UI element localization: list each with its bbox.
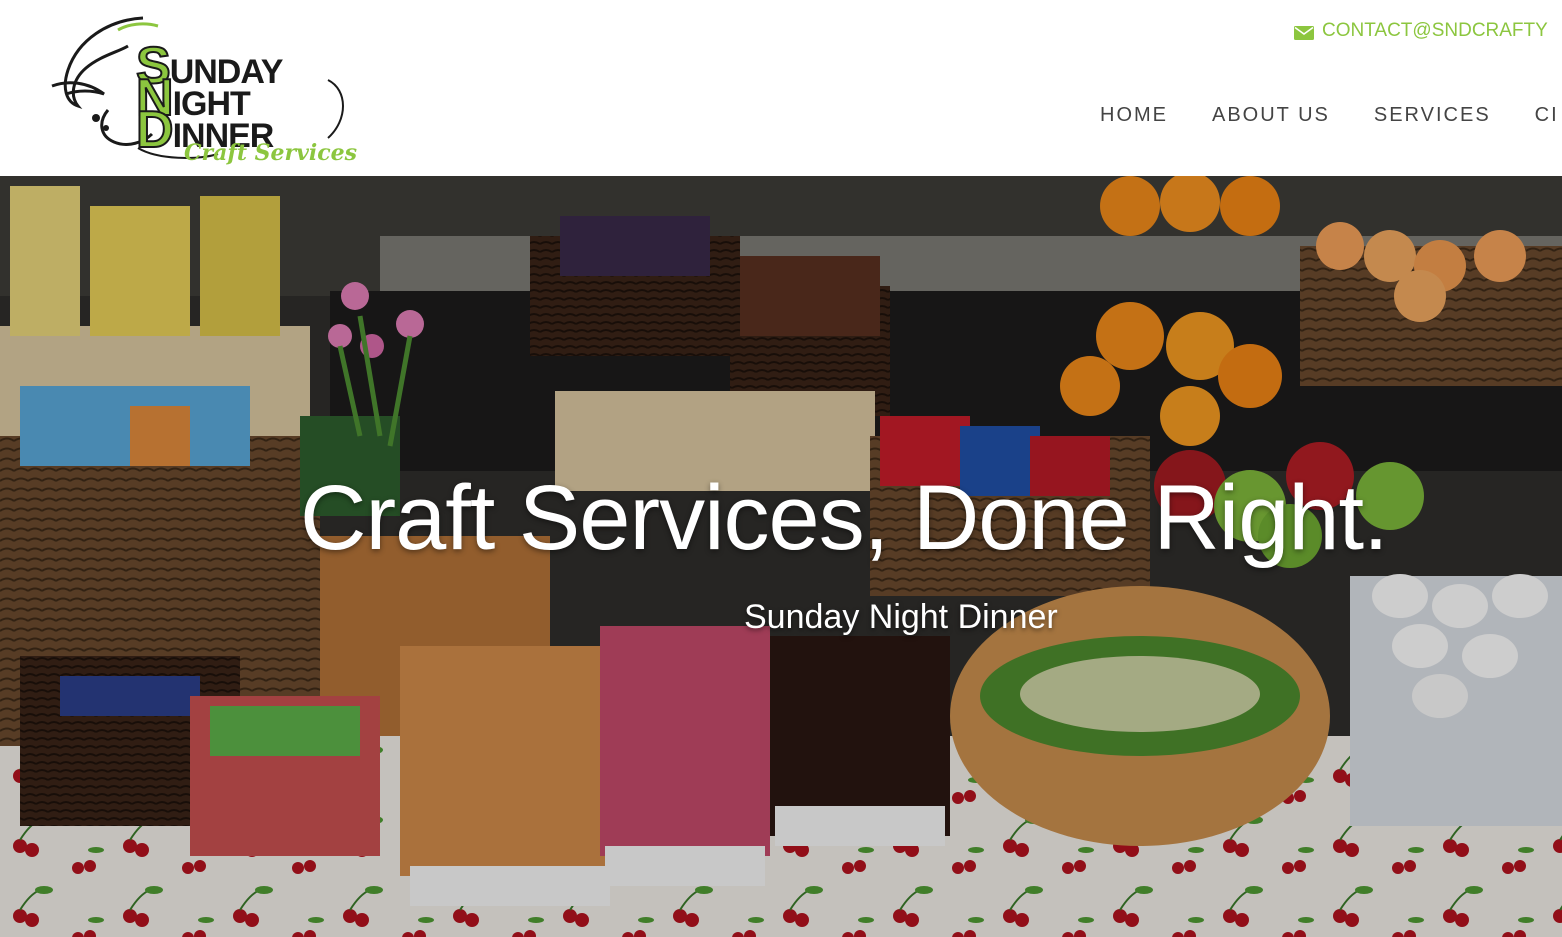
nav-item-about-us[interactable]: ABOUT US [1212,104,1330,127]
nav-item-services[interactable]: SERVICES [1374,104,1491,127]
nav-item-home[interactable]: HOME [1100,104,1168,127]
contact-email-link[interactable]: CONTACT@SNDCRAFTY [1294,18,1548,44]
hero-banner: Craft Services, Done Right. Sunday Night… [0,176,1562,937]
nav-item-partial[interactable]: CI [1535,104,1559,127]
envelope-icon [1294,24,1314,40]
hero-title: Craft Services, Done Right. [300,467,1389,569]
logo-initial-d: D [135,101,175,159]
contact-email-text: CONTACT@SNDCRAFTY [1322,20,1548,41]
logo-tagline: Craft Services [184,140,358,166]
hero-subtitle: Sunday Night Dinner [744,598,1058,636]
site-logo[interactable]: SUNDAY NIGHT DINNER Craft Services [48,10,368,170]
site-header: SUNDAY NIGHT DINNER Craft Services CONTA… [0,0,1562,176]
main-nav: HOME ABOUT US SERVICES CI [1100,100,1562,130]
